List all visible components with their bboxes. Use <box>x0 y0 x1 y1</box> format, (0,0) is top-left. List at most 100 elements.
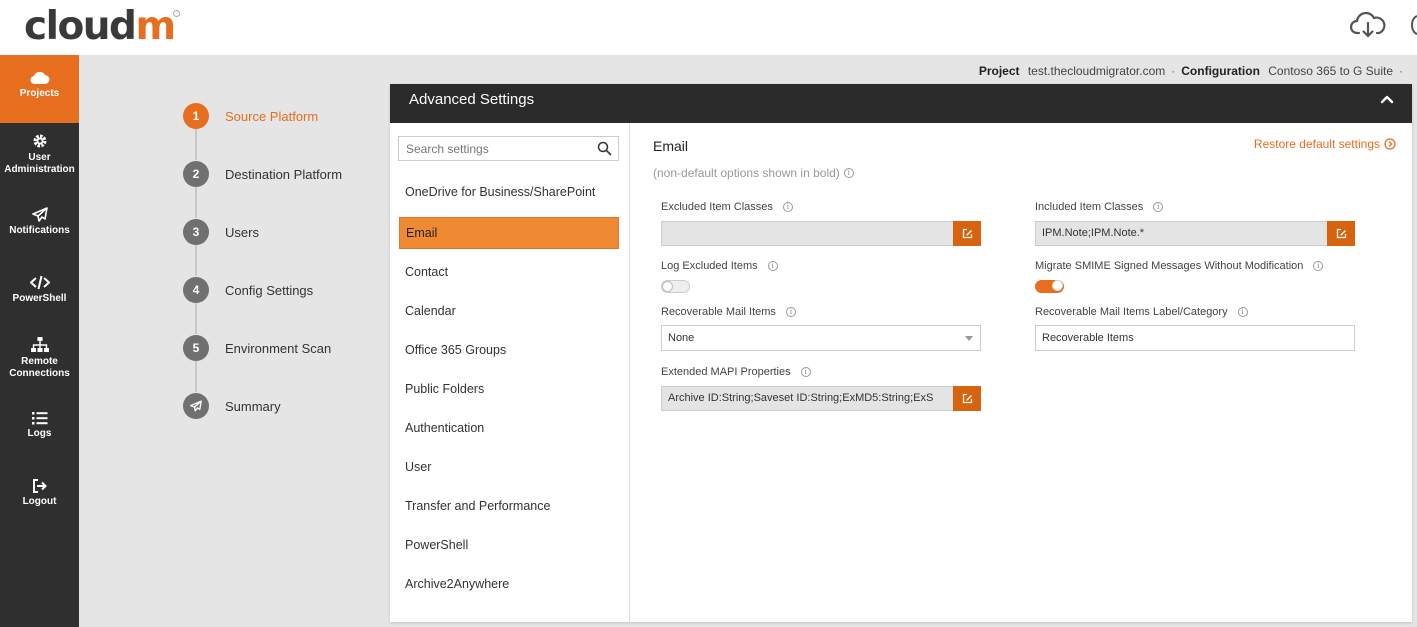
nav-label: User Administration <box>4 152 75 175</box>
edit-icon[interactable] <box>953 386 981 411</box>
nav-item-projects[interactable]: Projects <box>0 55 79 123</box>
settings-category-list: OneDrive for Business/SharePoint Email C… <box>390 123 630 622</box>
restore-label: Restore default settings <box>1253 137 1380 151</box>
category-label: OneDrive for Business/SharePoint <box>405 185 596 199</box>
info-icon[interactable]: i <box>785 307 796 317</box>
category-public-folders[interactable]: Public Folders <box>399 373 619 405</box>
step-number: 5 <box>183 335 209 361</box>
step-number: 3 <box>183 219 209 245</box>
edit-icon[interactable] <box>1327 221 1355 246</box>
info-icon[interactable]: i <box>1153 202 1164 212</box>
step-config-settings[interactable]: 4 Config Settings <box>183 277 313 303</box>
step-connector <box>195 361 197 392</box>
excluded-item-classes-field[interactable] <box>661 221 981 246</box>
category-label: Transfer and Performance <box>405 499 551 513</box>
log-excluded-items-label: Log Excluded Items i <box>661 260 778 272</box>
migrate-smime-toggle[interactable] <box>1035 280 1064 293</box>
logo-accent-text: m <box>135 4 176 49</box>
step-number: 4 <box>183 277 209 303</box>
restore-default-settings-link[interactable]: Restore default settings <box>1254 137 1396 151</box>
input-value: Recoverable Items <box>1042 332 1134 344</box>
configuration-value: Contoso 365 to G Suite <box>1268 64 1393 78</box>
search-settings-input[interactable] <box>399 137 589 160</box>
category-transfer-performance[interactable]: Transfer and Performance <box>399 490 619 522</box>
migrate-smime-label: Migrate SMIME Signed Messages Without Mo… <box>1035 260 1324 272</box>
category-contact[interactable]: Contact <box>399 256 619 288</box>
gear-icon <box>33 134 46 148</box>
category-archive2anywhere[interactable]: Archive2Anywhere <box>399 568 619 600</box>
step-destination-platform[interactable]: 2 Destination Platform <box>183 161 342 187</box>
recoverable-label-category-label: Recoverable Mail Items Label/Category i <box>1035 306 1248 318</box>
included-item-classes-label: Included Item Classes i <box>1035 201 1164 213</box>
user-menu-icon[interactable] <box>1411 15 1417 35</box>
toggle-knob <box>1052 280 1063 291</box>
field-label-text: Log Excluded Items <box>661 260 758 272</box>
category-label: Contact <box>405 265 449 279</box>
configuration-label: Configuration <box>1181 64 1260 78</box>
nav-item-logs[interactable]: Logs <box>0 411 79 445</box>
nav-item-user-administration[interactable]: User Administration <box>0 133 79 183</box>
search-icon[interactable] <box>597 141 612 156</box>
step-label: Source Platform <box>225 108 319 124</box>
extended-mapi-properties-label: Extended MAPI Properties i <box>661 366 811 378</box>
info-icon[interactable]: i <box>1237 307 1248 317</box>
nav-item-notifications[interactable]: Notifications <box>0 207 79 241</box>
excluded-item-classes-label: Excluded Item Classes i <box>661 201 793 213</box>
recoverable-mail-items-select[interactable]: None <box>661 325 981 351</box>
field-label-text: Excluded Item Classes <box>661 201 773 213</box>
category-label: Office 365 Groups <box>405 343 507 357</box>
sidebar-nav: Projects User Administration Notificatio… <box>0 55 79 627</box>
chevron-up-icon[interactable] <box>1380 92 1394 106</box>
nav-label: Projects <box>19 88 60 99</box>
nav-item-remote-connections[interactable]: Remote Connections <box>0 337 79 383</box>
extended-mapi-properties-field[interactable]: Archive ID:String;Saveset ID:String;ExMD… <box>661 386 981 411</box>
paper-plane-icon <box>31 207 48 222</box>
step-source-platform[interactable]: 1 Source Platform <box>183 103 318 129</box>
nav-label: PowerShell <box>12 293 67 304</box>
category-user[interactable]: User <box>399 451 619 483</box>
log-excluded-items-toggle[interactable] <box>661 280 690 293</box>
cloudm-logo[interactable]: cloudm <box>24 4 176 49</box>
step-connector <box>195 303 197 334</box>
step-label: Environment Scan <box>225 340 332 356</box>
logo-text: cloud <box>24 4 137 49</box>
list-icon <box>31 412 47 425</box>
category-label: Archive2Anywhere <box>405 577 510 591</box>
info-icon[interactable]: i <box>782 202 793 212</box>
step-connector <box>195 187 197 218</box>
recoverable-label-category-input[interactable]: Recoverable Items <box>1035 325 1355 351</box>
select-value: None <box>668 332 695 344</box>
step-summary[interactable]: Summary <box>183 393 281 419</box>
nav-label: Logs <box>27 428 52 439</box>
search-settings-box <box>398 136 619 161</box>
category-onedrive-sharepoint[interactable]: OneDrive for Business/SharePoint <box>399 176 619 208</box>
step-connector <box>195 129 197 160</box>
field-label-text: Migrate SMIME Signed Messages Without Mo… <box>1035 260 1304 272</box>
info-icon[interactable]: i <box>767 261 778 271</box>
info-icon[interactable]: i <box>1313 261 1324 271</box>
info-icon[interactable]: i <box>800 367 811 377</box>
nav-item-logout[interactable]: Logout <box>0 479 79 513</box>
category-email[interactable]: Email <box>399 217 619 249</box>
included-item-classes-field[interactable]: IPM.Note;IPM.Note.* <box>1035 221 1355 246</box>
recoverable-mail-items-label: Recoverable Mail Items i <box>661 306 796 318</box>
category-authentication[interactable]: Authentication <box>399 412 619 444</box>
step-users[interactable]: 3 Users <box>183 219 259 245</box>
nav-label: Logout <box>22 496 57 507</box>
chevron-circle-right-icon <box>1384 138 1396 150</box>
step-environment-scan[interactable]: 5 Environment Scan <box>183 335 331 361</box>
category-powershell[interactable]: PowerShell <box>399 529 619 561</box>
category-label: Calendar <box>405 304 456 318</box>
cloud-download-icon[interactable] <box>1349 11 1386 41</box>
category-label: User <box>405 460 432 474</box>
category-office-365-groups[interactable]: Office 365 Groups <box>399 334 619 366</box>
advanced-settings-panel: Advanced Settings OneDrive for Business/… <box>390 84 1412 622</box>
category-calendar[interactable]: Calendar <box>399 295 619 327</box>
paper-plane-icon <box>183 393 209 419</box>
section-title: Email <box>653 138 689 154</box>
separator: · <box>1399 64 1403 78</box>
step-number: 1 <box>183 103 209 129</box>
nav-item-powershell[interactable]: PowerShell <box>0 275 79 309</box>
edit-icon[interactable] <box>953 221 981 246</box>
step-label: Config Settings <box>225 282 314 298</box>
